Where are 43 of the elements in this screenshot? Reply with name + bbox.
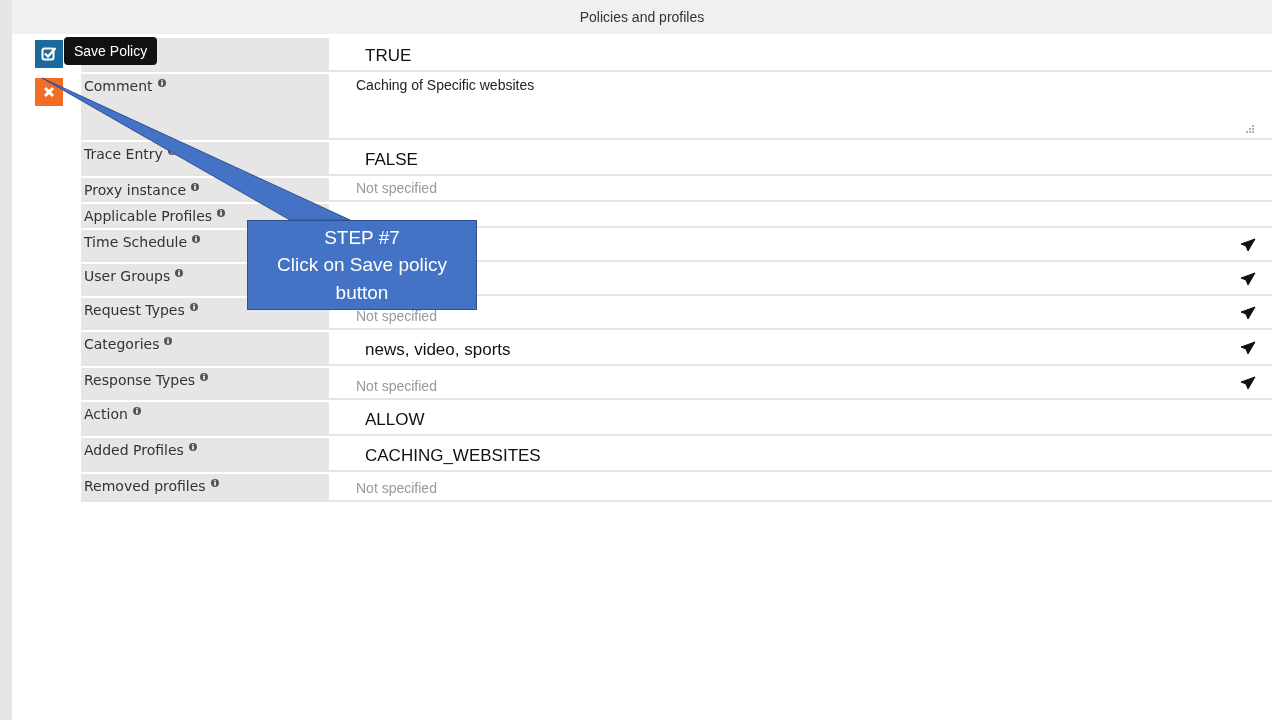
field-label: Added Profiles bbox=[84, 442, 184, 458]
info-icon bbox=[157, 79, 166, 87]
callout-text: Click on Save policy button bbox=[276, 253, 448, 305]
field-label: Trace Entry bbox=[84, 146, 163, 162]
send-icon[interactable] bbox=[1240, 376, 1256, 390]
info-icon bbox=[132, 407, 141, 415]
field-label: Action bbox=[84, 406, 128, 422]
send-icon[interactable] bbox=[1240, 238, 1256, 252]
field-value: FALSE bbox=[364, 150, 418, 170]
field-label: Request Types bbox=[84, 302, 185, 318]
resize-grip-icon[interactable] bbox=[1244, 124, 1254, 134]
field-label: Applicable Profiles bbox=[84, 208, 213, 224]
field-value: Caching of Specific websites bbox=[356, 77, 535, 93]
close-icon bbox=[42, 86, 55, 98]
send-icon[interactable] bbox=[1240, 272, 1256, 286]
field-label: Response Types bbox=[84, 372, 196, 388]
field-label: Categories bbox=[84, 336, 160, 352]
field-value: ALLOW bbox=[364, 410, 425, 430]
save-button[interactable] bbox=[34, 40, 63, 68]
field-value: TRUE bbox=[364, 46, 412, 66]
send-icon[interactable] bbox=[1240, 341, 1256, 355]
callout-text: STEP #7 bbox=[324, 225, 400, 250]
field-label: Comment bbox=[84, 78, 153, 94]
info-icon bbox=[191, 183, 200, 191]
info-icon bbox=[217, 209, 226, 217]
info-icon bbox=[175, 269, 184, 277]
field-label: Time Schedule bbox=[84, 234, 188, 250]
field-value: CACHING_WEBSITES bbox=[364, 446, 541, 466]
info-icon bbox=[188, 443, 197, 451]
info-icon bbox=[200, 373, 209, 381]
page-title: Policies and profiles bbox=[579, 9, 705, 25]
send-icon[interactable] bbox=[1240, 306, 1256, 320]
info-icon bbox=[189, 303, 198, 311]
field-label: Proxy instance bbox=[84, 182, 187, 198]
info-icon bbox=[210, 479, 219, 487]
tooltip: Save Policy bbox=[64, 37, 158, 65]
info-icon bbox=[164, 337, 173, 345]
field-label: Removed profiles bbox=[84, 478, 206, 494]
cancel-button[interactable] bbox=[34, 78, 63, 106]
field-label: User Groups bbox=[84, 268, 171, 284]
field-value: news, video, sports bbox=[364, 340, 511, 360]
info-icon bbox=[192, 235, 201, 243]
checkbox-icon bbox=[40, 46, 57, 62]
